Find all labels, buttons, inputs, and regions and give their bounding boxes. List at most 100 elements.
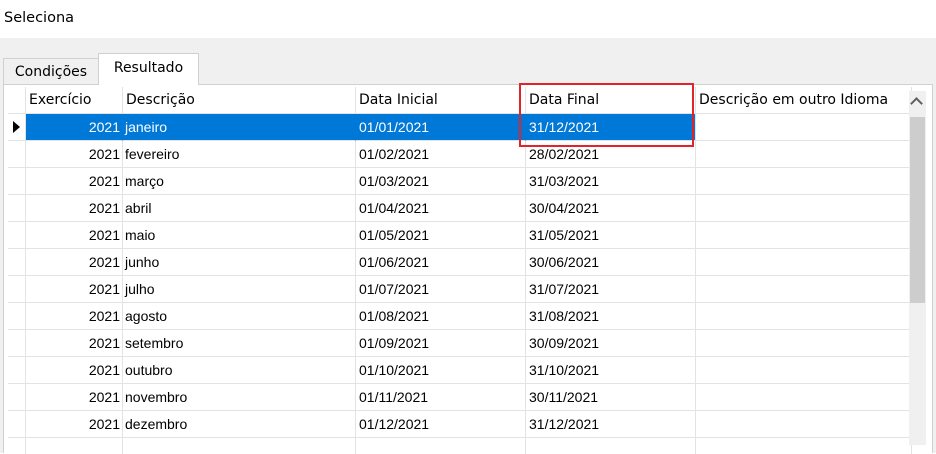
tab-panel-resultado: Exercício Descrição Data Inicial Data Fi… bbox=[3, 84, 933, 454]
cell-data-final[interactable]: 31/12/2021 bbox=[526, 411, 696, 438]
row-indicator bbox=[8, 195, 26, 222]
cell-outro-idioma[interactable] bbox=[696, 384, 912, 411]
table-row[interactable]: 2021 julho 01/07/2021 31/07/2021 bbox=[8, 276, 912, 303]
grid-header-row: Exercício Descrição Data Inicial Data Fi… bbox=[8, 87, 912, 114]
cell-data-final[interactable]: 31/08/2021 bbox=[526, 303, 696, 330]
column-header-data-inicial[interactable]: Data Inicial bbox=[356, 87, 526, 114]
cell-descricao[interactable]: outubro bbox=[123, 357, 356, 384]
cell-data-final[interactable]: 31/03/2021 bbox=[526, 168, 696, 195]
cell-data-inicial[interactable]: 01/06/2021 bbox=[356, 249, 526, 276]
cell-exercicio[interactable]: 2021 bbox=[26, 249, 123, 276]
row-indicator bbox=[8, 168, 26, 195]
cell-outro-idioma[interactable] bbox=[696, 276, 912, 303]
cell-descricao[interactable]: maio bbox=[123, 222, 356, 249]
cell-data-final[interactable]: 31/05/2021 bbox=[526, 222, 696, 249]
title-bar: Seleciona bbox=[0, 0, 936, 38]
cell-data-final[interactable]: 30/06/2021 bbox=[526, 249, 696, 276]
table-row[interactable]: 2021 maio 01/05/2021 31/05/2021 bbox=[8, 222, 912, 249]
cell-outro-idioma[interactable] bbox=[696, 357, 912, 384]
cell-data-inicial[interactable]: 01/12/2021 bbox=[356, 411, 526, 438]
cell-empty bbox=[696, 438, 912, 454]
cell-exercicio[interactable]: 2021 bbox=[26, 330, 123, 357]
cell-outro-idioma[interactable] bbox=[696, 141, 912, 168]
cell-outro-idioma[interactable] bbox=[696, 222, 912, 249]
cell-outro-idioma[interactable] bbox=[696, 195, 912, 222]
cell-data-inicial[interactable]: 01/05/2021 bbox=[356, 222, 526, 249]
column-header-data-final[interactable]: Data Final bbox=[526, 87, 696, 114]
vertical-scrollbar[interactable] bbox=[909, 91, 926, 445]
row-indicator bbox=[8, 114, 26, 141]
tab-resultado[interactable]: Resultado bbox=[98, 53, 199, 85]
scrollbar-thumb[interactable] bbox=[910, 117, 925, 303]
cell-data-inicial[interactable]: 01/11/2021 bbox=[356, 384, 526, 411]
table-row[interactable]: 2021 agosto 01/08/2021 31/08/2021 bbox=[8, 303, 912, 330]
cell-data-final[interactable]: 28/02/2021 bbox=[526, 141, 696, 168]
row-indicator bbox=[8, 330, 26, 357]
column-header-descricao-outro-idioma[interactable]: Descrição em outro Idioma bbox=[696, 87, 912, 114]
cell-exercicio[interactable]: 2021 bbox=[26, 384, 123, 411]
table-row[interactable]: 2021 janeiro 01/01/2021 31/12/2021 bbox=[8, 114, 912, 141]
cell-empty bbox=[526, 438, 696, 454]
cell-exercicio[interactable]: 2021 bbox=[26, 303, 123, 330]
table-row[interactable]: 2021 outubro 01/10/2021 31/10/2021 bbox=[8, 357, 912, 384]
cell-data-inicial[interactable]: 01/01/2021 bbox=[356, 114, 526, 141]
row-indicator bbox=[8, 222, 26, 249]
cell-descricao[interactable]: fevereiro bbox=[123, 141, 356, 168]
cell-exercicio[interactable]: 2021 bbox=[26, 141, 123, 168]
table-row[interactable]: 2021 setembro 01/09/2021 30/09/2021 bbox=[8, 330, 912, 357]
cell-exercicio[interactable]: 2021 bbox=[26, 195, 123, 222]
header-indicator-cell bbox=[8, 87, 26, 114]
cell-data-inicial[interactable]: 01/03/2021 bbox=[356, 168, 526, 195]
table-row[interactable]: 2021 abril 01/04/2021 30/04/2021 bbox=[8, 195, 912, 222]
cell-data-final[interactable]: 30/04/2021 bbox=[526, 195, 696, 222]
table-row[interactable]: 2021 fevereiro 01/02/2021 28/02/2021 bbox=[8, 141, 912, 168]
cell-data-final[interactable]: 31/10/2021 bbox=[526, 357, 696, 384]
cell-outro-idioma[interactable] bbox=[696, 114, 912, 141]
scroll-up-button[interactable] bbox=[909, 91, 926, 115]
cell-exercicio[interactable]: 2021 bbox=[26, 114, 123, 141]
cell-descricao[interactable]: julho bbox=[123, 276, 356, 303]
cell-exercicio[interactable]: 2021 bbox=[26, 276, 123, 303]
cell-exercicio[interactable]: 2021 bbox=[26, 222, 123, 249]
current-row-arrow-icon bbox=[13, 121, 20, 133]
cell-outro-idioma[interactable] bbox=[696, 303, 912, 330]
column-header-descricao[interactable]: Descrição bbox=[123, 87, 356, 114]
cell-data-inicial[interactable]: 01/10/2021 bbox=[356, 357, 526, 384]
cell-data-inicial[interactable]: 01/02/2021 bbox=[356, 141, 526, 168]
window-title: Seleciona bbox=[4, 10, 75, 26]
table-row[interactable]: 2021 novembro 01/11/2021 30/11/2021 bbox=[8, 384, 912, 411]
cell-empty bbox=[356, 438, 526, 454]
cell-data-final[interactable]: 30/11/2021 bbox=[526, 384, 696, 411]
cell-data-inicial[interactable]: 01/04/2021 bbox=[356, 195, 526, 222]
cell-outro-idioma[interactable] bbox=[696, 411, 912, 438]
cell-descricao[interactable]: junho bbox=[123, 249, 356, 276]
cell-data-final[interactable]: 30/09/2021 bbox=[526, 330, 696, 357]
cell-descricao[interactable]: setembro bbox=[123, 330, 356, 357]
row-indicator bbox=[8, 384, 26, 411]
cell-data-final[interactable]: 31/07/2021 bbox=[526, 276, 696, 303]
table-row[interactable]: 2021 março 01/03/2021 31/03/2021 bbox=[8, 168, 912, 195]
cell-exercicio[interactable]: 2021 bbox=[26, 411, 123, 438]
row-indicator bbox=[8, 357, 26, 384]
cell-exercicio[interactable]: 2021 bbox=[26, 357, 123, 384]
cell-data-inicial[interactable]: 01/08/2021 bbox=[356, 303, 526, 330]
table-row[interactable]: 2021 junho 01/06/2021 30/06/2021 bbox=[8, 249, 912, 276]
cell-exercicio[interactable]: 2021 bbox=[26, 168, 123, 195]
cell-data-inicial[interactable]: 01/07/2021 bbox=[356, 276, 526, 303]
cell-descricao[interactable]: março bbox=[123, 168, 356, 195]
cell-descricao[interactable]: dezembro bbox=[123, 411, 356, 438]
column-header-exercicio[interactable]: Exercício bbox=[26, 87, 123, 114]
cell-data-final[interactable]: 31/12/2021 bbox=[526, 114, 696, 141]
cell-descricao[interactable]: novembro bbox=[123, 384, 356, 411]
chevron-up-icon bbox=[910, 97, 923, 110]
cell-descricao[interactable]: abril bbox=[123, 195, 356, 222]
cell-data-inicial[interactable]: 01/09/2021 bbox=[356, 330, 526, 357]
table-row[interactable]: 2021 dezembro 01/12/2021 31/12/2021 bbox=[8, 411, 912, 438]
cell-outro-idioma[interactable] bbox=[696, 168, 912, 195]
tab-condicoes[interactable]: Condições bbox=[3, 58, 99, 84]
cell-empty bbox=[26, 438, 123, 454]
cell-outro-idioma[interactable] bbox=[696, 330, 912, 357]
cell-outro-idioma[interactable] bbox=[696, 249, 912, 276]
cell-descricao[interactable]: janeiro bbox=[123, 114, 356, 141]
cell-descricao[interactable]: agosto bbox=[123, 303, 356, 330]
